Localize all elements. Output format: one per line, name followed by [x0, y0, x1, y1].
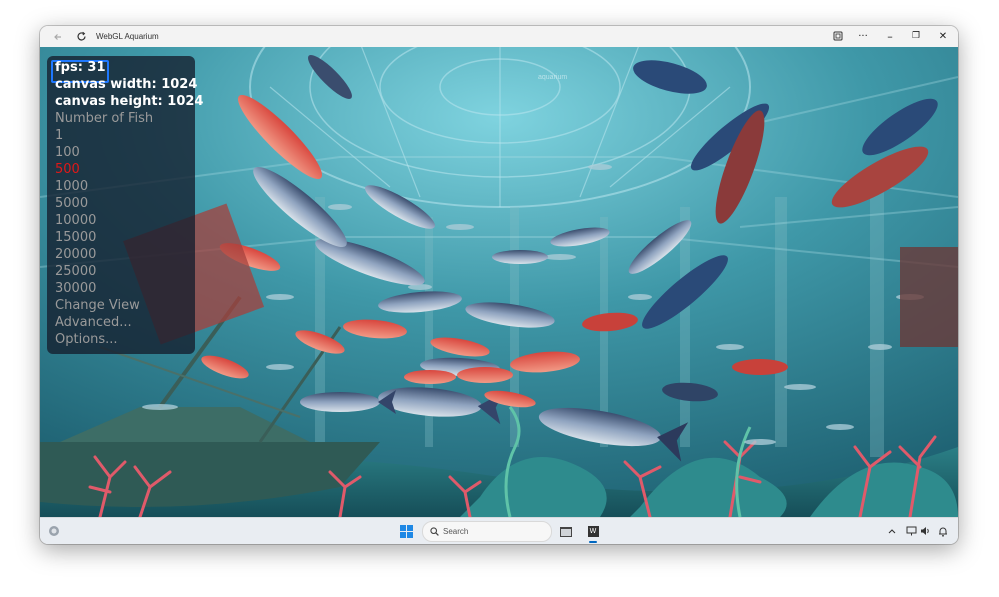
- fish-option-500-selected[interactable]: 500: [55, 162, 80, 179]
- extension-icon: [833, 31, 843, 41]
- fish-option-15000[interactable]: 15000: [55, 230, 96, 247]
- aquarium-watermark: aquarium: [538, 74, 567, 81]
- active-app-button[interactable]: W: [585, 518, 601, 544]
- change-view-link[interactable]: Change View: [55, 298, 140, 315]
- aquarium-canvas[interactable]: aquarium fps: 31 canvas width: 1024 canv…: [40, 47, 958, 517]
- fish-option-30000[interactable]: 30000: [55, 281, 96, 298]
- notifications-button[interactable]: [936, 518, 950, 544]
- back-arrow-icon: [54, 34, 61, 40]
- active-app-icon: W: [587, 525, 599, 537]
- more-options-button[interactable]: ···: [854, 26, 872, 47]
- taskbar-search-box[interactable]: Search: [422, 521, 552, 542]
- fish-option-20000[interactable]: 20000: [55, 247, 96, 264]
- fish-option-25000[interactable]: 25000: [55, 264, 96, 281]
- network-button[interactable]: [904, 518, 918, 544]
- file-explorer-icon: [560, 527, 572, 537]
- speaker-icon: [920, 527, 929, 535]
- window-title: WebGL Aquarium: [96, 32, 159, 41]
- start-button[interactable]: [397, 518, 415, 544]
- fish-option-1[interactable]: 1: [55, 128, 63, 145]
- search-icon: [430, 527, 439, 536]
- settings-panel: fps: 31 canvas width: 1024 canvas height…: [47, 56, 203, 354]
- fish-count-heading: Number of Fish: [55, 111, 154, 126]
- volume-button[interactable]: [919, 518, 931, 544]
- fish-option-10000[interactable]: 10000: [55, 213, 96, 230]
- file-explorer-button[interactable]: [558, 518, 574, 544]
- show-hidden-icons-button[interactable]: [886, 518, 898, 544]
- reload-icon: [76, 31, 86, 41]
- options-link[interactable]: Options...: [55, 332, 118, 349]
- taskbar: Search W: [40, 517, 958, 544]
- extension-button[interactable]: [830, 26, 846, 47]
- advanced-link[interactable]: Advanced...: [55, 315, 132, 332]
- fish-option-1000[interactable]: 1000: [55, 179, 88, 196]
- widgets-button[interactable]: [46, 518, 62, 544]
- fps-counter: fps: 31: [55, 60, 106, 75]
- active-app-indicator: [589, 541, 597, 543]
- canvas-height-label: canvas height: 1024: [55, 94, 204, 109]
- fish-option-5000[interactable]: 5000: [55, 196, 88, 213]
- app-window: WebGL Aquarium ··· – ❐ ✕ aquarium fps: 3…: [40, 26, 958, 544]
- widgets-icon: [49, 526, 59, 536]
- windows-logo-icon: [399, 525, 413, 538]
- title-bar: WebGL Aquarium ··· – ❐ ✕: [40, 26, 958, 47]
- fish-option-100[interactable]: 100: [55, 145, 80, 162]
- back-button[interactable]: [48, 26, 68, 47]
- close-button[interactable]: ✕: [935, 26, 951, 47]
- minimize-button[interactable]: –: [882, 26, 898, 47]
- canvas-width-label: canvas width: 1024: [55, 77, 198, 92]
- chevron-up-icon: [888, 529, 896, 534]
- bell-icon: [939, 527, 947, 537]
- reload-button[interactable]: [72, 26, 90, 47]
- rocks: [460, 457, 958, 517]
- search-placeholder: Search: [443, 527, 469, 536]
- network-icon: [906, 526, 916, 536]
- maximize-button[interactable]: ❐: [908, 26, 924, 47]
